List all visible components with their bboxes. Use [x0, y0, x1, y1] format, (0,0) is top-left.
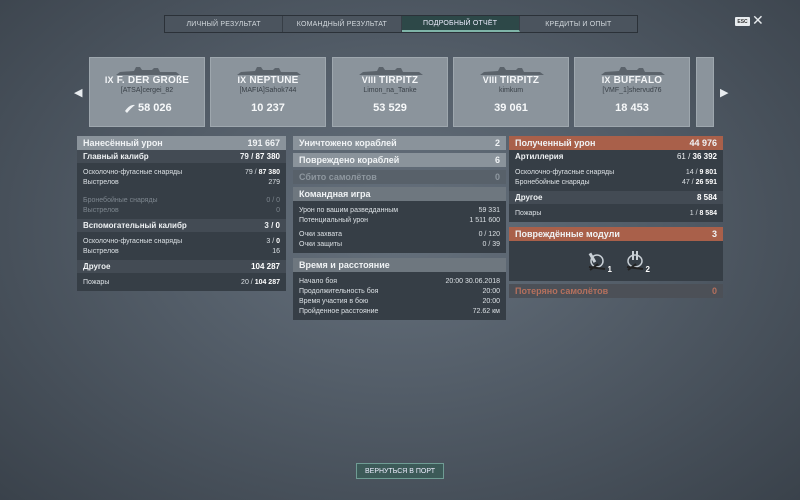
tab-detailed-report[interactable]: ПОДРОБНЫЙ ОТЧЁТ [401, 16, 520, 32]
ship-card[interactable]: IX NEPTUNE [MAFIA]Sahok744 10 237 [210, 57, 326, 127]
ships-destroyed-label: Уничтожено кораблей [299, 138, 397, 148]
dealt-damage-column: Нанесённый урон 191 667 Главный калибр 7… [77, 136, 286, 296]
dealt-damage-value: 191 667 [247, 138, 280, 148]
stat-row: Пройденное расстояние 72.62 км [299, 307, 500, 315]
carousel-next-arrow[interactable]: ▶ [720, 86, 728, 99]
stat-row: Урон по вашим разведданным 59 331 [299, 206, 500, 214]
team-play-label: Командная игра [299, 189, 371, 199]
carousel-prev-arrow[interactable]: ◀ [74, 86, 82, 99]
other-received-label: Другое [515, 193, 543, 202]
ships-damaged-value: 6 [494, 155, 500, 165]
tab-team-result[interactable]: КОМАНДНЫЙ РЕЗУЛЬТАТ [283, 16, 402, 32]
main-battery-damage: 87 380 [255, 152, 280, 161]
planes-lost-value: 0 [711, 286, 717, 296]
main-battery-hits: 79 [239, 152, 249, 161]
ship-tier: VIII [482, 75, 498, 85]
return-to-port-button[interactable]: ВЕРНУТЬСЯ В ПОРТ [356, 463, 444, 479]
stat-row: Очки захвата 0 / 120 [299, 230, 500, 238]
tab-personal-result[interactable]: ЛИЧНЫЙ РЕЗУЛЬТАТ [165, 16, 284, 32]
other-received-value: 8 584 [696, 193, 717, 202]
ship-score: 58 026 [138, 102, 172, 114]
ship-name: F. DER GROßE [116, 75, 190, 86]
stat-row: Осколочно-фугасные снаряды 3 / 0 [83, 237, 280, 245]
ship-card[interactable]: VIII TIRPITZ Limon_na_Tanke 53 529 [332, 57, 448, 127]
ship-score: 39 061 [494, 102, 528, 114]
planes-shot-label: Сбито самолётов [299, 172, 377, 182]
ship-score: 18 453 [615, 102, 649, 114]
ships-damaged-label: Повреждено кораблей [299, 155, 400, 165]
gun-turret-icon: 2 [622, 248, 650, 274]
stat-row: Продолжительность боя 20:00 [299, 287, 500, 295]
stat-row: Осколочно-фугасные снаряды 79 / 87 380 [83, 168, 280, 176]
medal-icon [125, 104, 135, 113]
damaged-modules-panel: Повреждённые модули 3 1 2 [509, 227, 723, 281]
ship-card-partial[interactable] [696, 57, 714, 127]
stat-row: Пожары 20 / 104 287 [83, 278, 280, 286]
damaged-modules-label: Повреждённые модули [515, 229, 620, 239]
ship-name: TIRPITZ [500, 75, 540, 86]
damaged-modules-value: 3 [711, 229, 717, 239]
ship-carousel: IX F. DER GROßE [ATSA]cergei_82 58 026 I… [89, 57, 714, 127]
team-play-panel: Командная игра Урон по вашим разведданны… [293, 187, 506, 253]
ship-tier: IX [237, 75, 247, 85]
dealt-damage-panel: Нанесённый урон 191 667 Главный калибр 7… [77, 136, 286, 291]
stat-row: Выстрелов 0 [83, 206, 280, 214]
main-battery-label: Главный калибр [83, 152, 149, 161]
stat-row: Выстрелов 16 [83, 247, 280, 255]
planes-lost-label: Потеряно самолётов [515, 286, 609, 296]
ship-card[interactable]: IX F. DER GROßE [ATSA]cergei_82 58 026 [89, 57, 205, 127]
ship-tier: IX [601, 75, 611, 85]
player-name: Limon_na_Tanke [363, 87, 417, 94]
stat-row: Бронебойные снаряды 47 / 26 591 [515, 178, 717, 186]
module-count: 1 [607, 265, 612, 274]
secondary-battery-label: Вспомогательный калибр [83, 221, 187, 230]
other-damage-value: 104 287 [251, 262, 280, 271]
ship-score: 10 237 [251, 102, 285, 114]
ship-name: NEPTUNE [249, 75, 299, 86]
time-distance-panel: Время и расстояние Начало боя 20:00 30.06… [293, 258, 506, 320]
ship-card[interactable]: VIII TIRPITZ kimkum 39 061 [453, 57, 569, 127]
player-name: [ATSA]cergei_82 [120, 87, 174, 94]
time-distance-label: Время и расстояние [299, 260, 390, 270]
tab-bar: ЛИЧНЫЙ РЕЗУЛЬТАТ КОМАНДНЫЙ РЕЗУЛЬТАТ ПОД… [164, 15, 638, 33]
player-name: [VMF_1]shervud76 [602, 87, 662, 94]
ship-tier: IX [104, 75, 114, 85]
torpedo-tube-icon: 1 [584, 248, 612, 274]
stat-row: Выстрелов 279 [83, 178, 280, 186]
esc-key-hint: ESC [735, 17, 750, 26]
received-damage-column: Полученный урон 44 976 Артиллерия 61 / 3… [509, 136, 723, 303]
ship-score: 53 529 [373, 102, 407, 114]
stat-row: Очки защиты 0 / 39 [299, 240, 500, 248]
received-damage-value: 44 976 [689, 138, 717, 148]
ship-name: BUFFALO [613, 75, 663, 86]
stat-row: Пожары 1 / 8 584 [515, 209, 717, 217]
planes-shot-value: 0 [494, 172, 500, 182]
stat-row: Бронебойные снаряды 0 / 0 [83, 196, 280, 204]
close-icon[interactable]: ✕ [752, 12, 764, 29]
other-damage-label: Другое [83, 262, 111, 271]
module-count: 2 [645, 265, 650, 274]
tab-credits-xp[interactable]: КРЕДИТЫ И ОПЫТ [520, 16, 637, 32]
received-damage-label: Полученный урон [515, 138, 596, 148]
stat-row: Осколочно-фугасные снаряды 14 / 9 801 [515, 168, 717, 176]
ship-name: TIRPITZ [379, 75, 419, 86]
ship-tier: VIII [361, 75, 377, 85]
combat-column: Уничтожено кораблей 2 Повреждено корабле… [293, 136, 506, 325]
stat-row: Время участия в бою 20:00 [299, 297, 500, 305]
dealt-damage-label: Нанесённый урон [83, 138, 163, 148]
artillery-label: Артиллерия [515, 152, 564, 161]
stat-row: Потенциальный урон 1 511 600 [299, 216, 500, 224]
received-damage-panel: Полученный урон 44 976 Артиллерия 61 / 3… [509, 136, 723, 222]
ships-destroyed-value: 2 [494, 138, 500, 148]
player-name: [MAFIA]Sahok744 [239, 87, 297, 94]
ship-card[interactable]: IX BUFFALO [VMF_1]shervud76 18 453 [574, 57, 690, 127]
player-name: kimkum [498, 87, 524, 94]
stat-row: Начало боя 20:00 30.06.2018 [299, 277, 500, 285]
